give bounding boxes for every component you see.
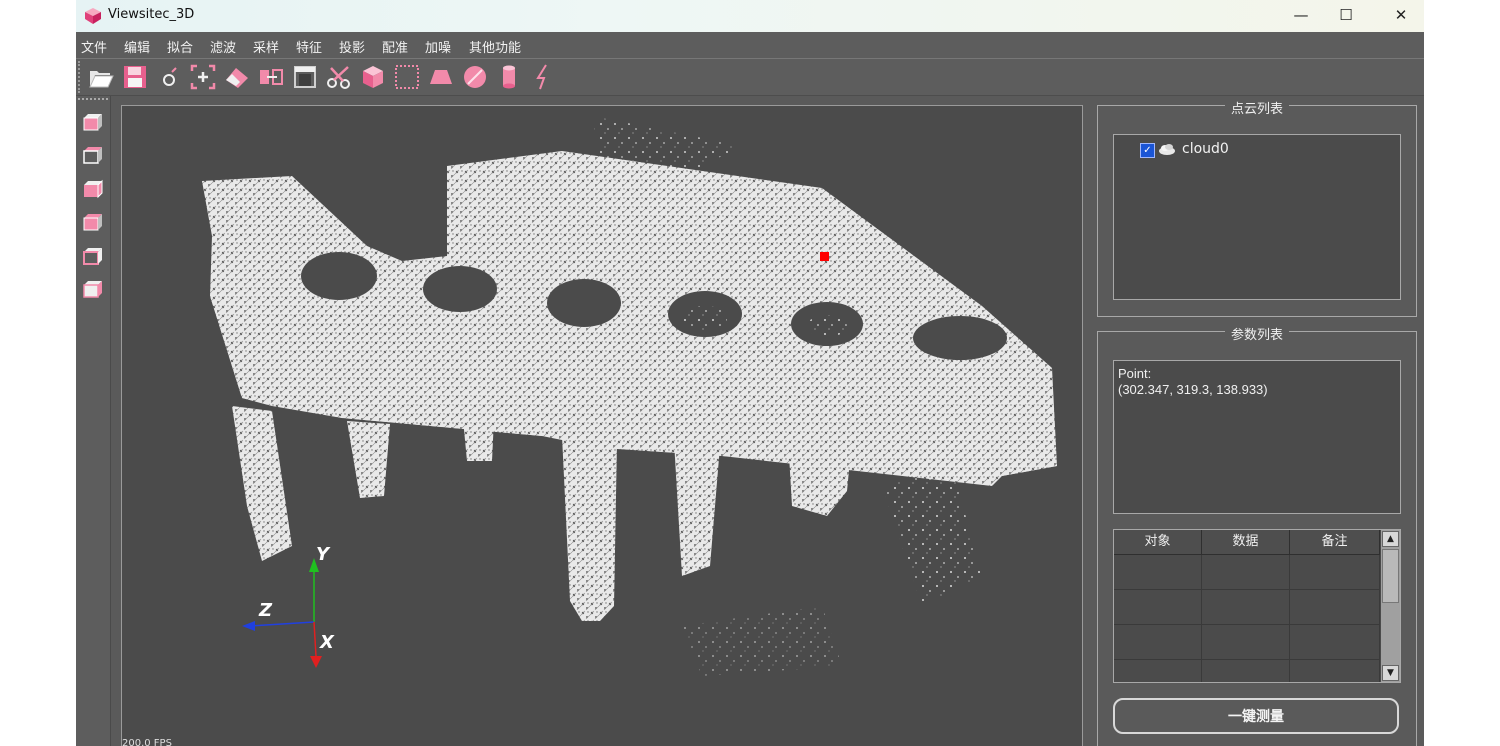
col-data[interactable]: 数据 <box>1202 530 1290 554</box>
app-logo-icon <box>85 8 101 24</box>
table-cell[interactable] <box>1114 660 1202 682</box>
view-back-icon[interactable] <box>80 142 106 168</box>
menu-fit[interactable]: 拟合 <box>167 37 193 56</box>
toolbar <box>76 59 1424 96</box>
view-top-icon[interactable] <box>80 243 106 269</box>
table-row[interactable] <box>1114 660 1380 682</box>
point-cloud-render <box>202 116 1057 676</box>
cloud-tree[interactable]: ✓ cloud0 <box>1113 134 1401 300</box>
table-cell[interactable] <box>1114 555 1202 589</box>
param-list-title: 参数列表 <box>1224 328 1289 343</box>
menu-filter[interactable]: 滤波 <box>210 37 236 56</box>
table-cell[interactable] <box>1202 590 1290 624</box>
scroll-up-icon[interactable]: ▲ <box>1382 531 1399 547</box>
x-axis-label: X <box>320 632 334 653</box>
table-cell[interactable] <box>1114 590 1202 624</box>
maximize-button[interactable]: ☐ <box>1323 0 1369 30</box>
table-cell[interactable] <box>1290 590 1380 624</box>
close-button[interactable]: ✕ <box>1378 0 1424 30</box>
sphere-icon[interactable] <box>460 62 490 92</box>
scroll-thumb[interactable] <box>1382 549 1399 603</box>
view-left-icon[interactable] <box>80 176 106 202</box>
open-folder-icon[interactable] <box>86 62 116 92</box>
col-object[interactable]: 对象 <box>1114 530 1202 554</box>
cylinder-icon[interactable] <box>494 62 524 92</box>
lightning-icon[interactable] <box>528 62 558 92</box>
save-icon[interactable] <box>120 62 150 92</box>
sidebar-handle[interactable] <box>78 98 108 100</box>
measurement-table[interactable]: 对象 数据 备注 ▲ ▼ <box>1113 529 1401 683</box>
title-bar: Viewsitec_3D — ☐ ✕ <box>76 0 1424 32</box>
cloud-list-title: 点云列表 <box>1224 102 1289 117</box>
cube-icon[interactable] <box>358 62 388 92</box>
view-front-icon[interactable] <box>80 109 106 135</box>
table-scrollbar[interactable]: ▲ ▼ <box>1381 530 1400 682</box>
menu-add-noise[interactable]: 加噪 <box>425 37 451 56</box>
table-row[interactable] <box>1114 625 1380 660</box>
point-cloud <box>202 116 1057 676</box>
one-click-measure-button[interactable]: 一键测量 <box>1113 698 1399 734</box>
table-cell[interactable] <box>1290 625 1380 659</box>
minimize-button[interactable]: — <box>1278 0 1324 30</box>
add-point-icon[interactable] <box>188 62 218 92</box>
scroll-down-icon[interactable]: ▼ <box>1382 665 1399 681</box>
table-header: 对象 数据 备注 <box>1114 530 1380 555</box>
table-row[interactable] <box>1114 555 1380 590</box>
axes-gizmo <box>242 558 322 668</box>
y-axis-label: Y <box>316 544 330 565</box>
view-bottom-icon[interactable] <box>80 276 106 302</box>
table-row[interactable] <box>1114 590 1380 625</box>
3d-viewport[interactable]: Y Z X 200.0 FPS <box>121 105 1083 746</box>
point-icon[interactable] <box>154 62 184 92</box>
frame-icon[interactable] <box>290 62 320 92</box>
menu-registration[interactable]: 配准 <box>382 37 408 56</box>
menu-bar: 文件 编辑 拟合 滤波 采样 特征 投影 配准 加噪 其他功能 <box>76 32 1424 59</box>
table-cell[interactable] <box>1290 660 1380 682</box>
table-cell[interactable] <box>1202 555 1290 589</box>
menu-edit[interactable]: 编辑 <box>124 37 150 56</box>
col-note[interactable]: 备注 <box>1290 530 1380 554</box>
cloud-icon <box>1159 144 1175 155</box>
table-cell[interactable] <box>1114 625 1202 659</box>
point-coordinates: (302.347, 319.3, 138.933) <box>1118 382 1268 397</box>
view-right-icon[interactable] <box>80 209 106 235</box>
fps-counter: 200.0 FPS <box>122 738 172 746</box>
table-cell[interactable] <box>1202 660 1290 682</box>
boundary-icon[interactable] <box>256 62 286 92</box>
cloud-list-panel: 点云列表 ✓ cloud0 <box>1097 102 1417 317</box>
param-text-area[interactable]: Point: (302.347, 319.3, 138.933) <box>1113 360 1401 514</box>
trapezoid-icon[interactable] <box>426 62 456 92</box>
window-title: Viewsitec_3D <box>108 7 195 22</box>
menu-file[interactable]: 文件 <box>81 37 107 56</box>
point-label: Point: <box>1118 366 1152 381</box>
toolbar-handle[interactable] <box>78 61 83 93</box>
view-sidebar <box>76 96 111 746</box>
table-cell[interactable] <box>1290 555 1380 589</box>
selection-box-icon[interactable] <box>392 62 422 92</box>
cloud-item-label: cloud0 <box>1182 141 1229 157</box>
app-window: Viewsitec_3D — ☐ ✕ 文件 编辑 拟合 滤波 采样 特征 投影 … <box>76 0 1424 746</box>
menu-feature[interactable]: 特征 <box>296 37 322 56</box>
menu-sample[interactable]: 采样 <box>253 37 279 56</box>
menu-other[interactable]: 其他功能 <box>469 37 521 56</box>
eraser-icon[interactable] <box>222 62 252 92</box>
picked-point-marker <box>820 252 829 261</box>
table-cell[interactable] <box>1202 625 1290 659</box>
menu-projection[interactable]: 投影 <box>339 37 365 56</box>
z-axis-label: Z <box>259 600 273 621</box>
scissors-icon[interactable] <box>324 62 354 92</box>
param-list-panel: 参数列表 Point: (302.347, 319.3, 138.933) 对象… <box>1097 328 1417 746</box>
cloud-visibility-checkbox[interactable]: ✓ <box>1140 143 1155 158</box>
